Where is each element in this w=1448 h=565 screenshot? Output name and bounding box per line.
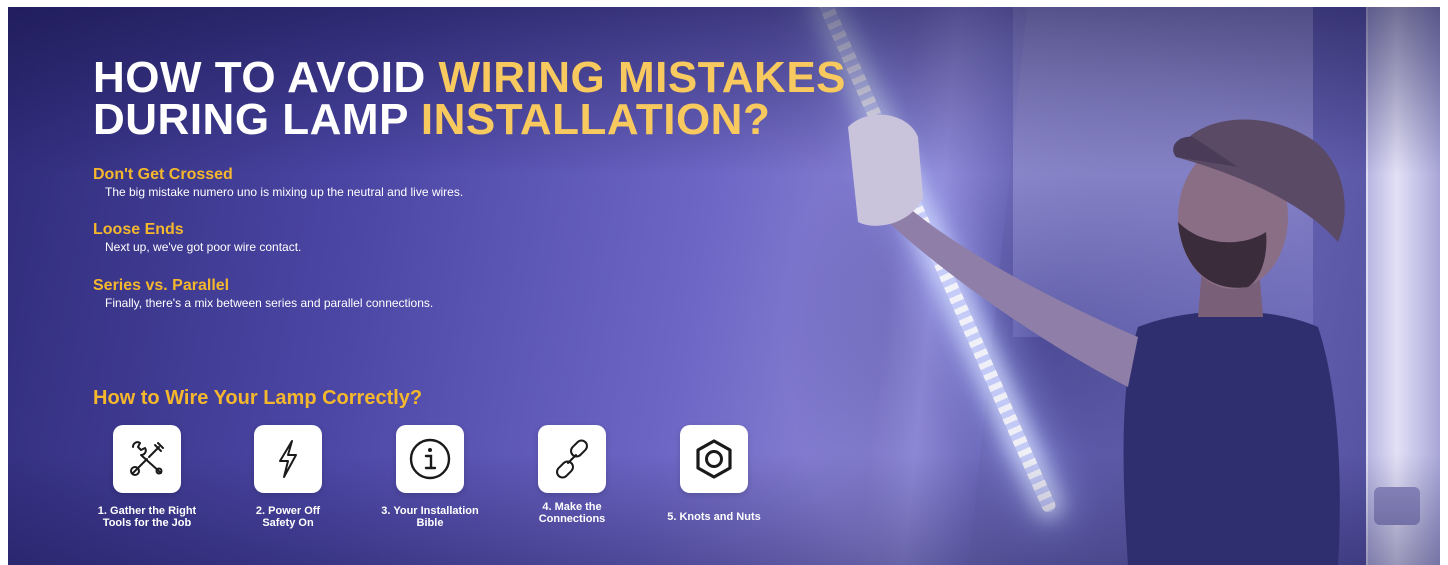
tip-item: Series vs. Parallel Finally, there's a m…	[93, 277, 433, 311]
lightning-icon	[279, 440, 297, 478]
tools-icon	[130, 441, 164, 476]
hex-nut-icon	[696, 439, 732, 479]
link-icon	[556, 439, 588, 479]
step-label-line1: 5. Knots and Nuts	[667, 511, 761, 523]
tip-title: Series vs. Parallel	[93, 277, 230, 294]
step-gather-tools[interactable]: 1. Gather the Right Tools for the Job	[82, 425, 212, 529]
headline-line2-white: DURING LAMP	[93, 95, 421, 144]
hero-banner: HOW TO AVOID WIRING MISTAKES DURING LAMP…	[8, 7, 1440, 565]
tip-title: Loose Ends	[93, 221, 184, 238]
step-label-line1: 3. Your Installation	[381, 505, 479, 517]
step-label-line1: 2. Power Off	[255, 505, 321, 517]
tip-description: The big mistake numero uno is mixing up …	[105, 185, 464, 199]
step-tile[interactable]	[680, 425, 748, 493]
step-label: 5. Knots and Nuts	[649, 511, 779, 523]
step-label-line2: Tools for the Job	[102, 517, 192, 529]
steps-section-title: How to Wire Your Lamp Correctly?	[93, 387, 423, 409]
step-label-line2: Connections	[538, 513, 606, 525]
headline-line2-yellow: INSTALLATION?	[420, 95, 771, 144]
step-label: 1. Gather the Right Tools for the Job	[82, 505, 212, 529]
tip-item: Loose Ends Next up, we've got poor wire …	[93, 221, 301, 255]
step-power-off[interactable]: 2. Power Off Safety On	[223, 425, 353, 529]
step-tile[interactable]	[113, 425, 181, 493]
info-icon	[409, 438, 451, 480]
tip-title: Don't Get Crossed	[93, 166, 233, 183]
tip-description: Finally, there's a mix between series an…	[105, 296, 434, 310]
step-label: 3. Your Installation Bible	[365, 505, 495, 529]
tip-item: Don't Get Crossed The big mistake numero…	[93, 166, 463, 200]
banner-headline: HOW TO AVOID WIRING MISTAKES DURING LAMP…	[93, 56, 846, 144]
step-label-line2: Safety On	[262, 517, 314, 529]
step-label: 4. Make the Connections	[507, 501, 637, 525]
tip-description: Next up, we've got poor wire contact.	[105, 240, 302, 254]
step-label-line1: 1. Gather the Right	[97, 505, 197, 517]
step-label-line2: Bible	[416, 517, 444, 529]
step-knots-and-nuts[interactable]: 5. Knots and Nuts	[649, 425, 779, 523]
step-tile[interactable]	[396, 425, 464, 493]
step-label-line1: 4. Make the	[542, 501, 602, 513]
step-installation-bible[interactable]: 3. Your Installation Bible	[365, 425, 495, 529]
step-label: 2. Power Off Safety On	[223, 505, 353, 529]
step-tile[interactable]	[254, 425, 322, 493]
step-make-connections[interactable]: 4. Make the Connections	[507, 425, 637, 525]
step-tile[interactable]	[538, 425, 606, 493]
